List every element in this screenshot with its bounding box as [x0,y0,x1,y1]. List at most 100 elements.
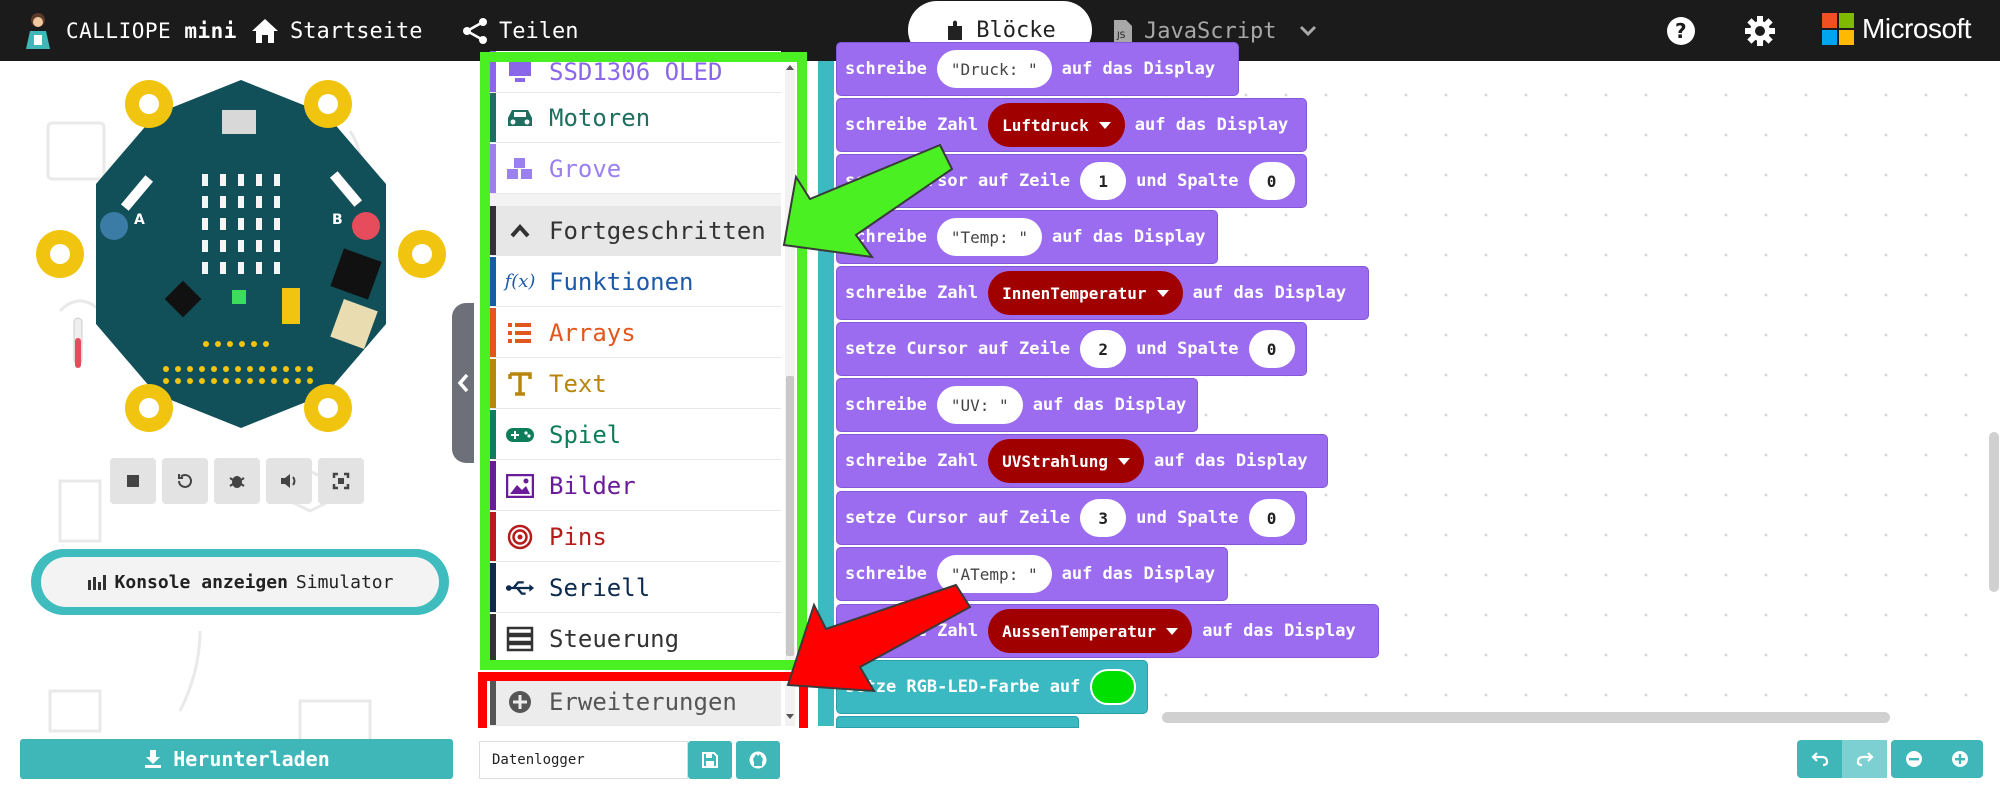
zoom-out-icon [1906,751,1922,767]
download-icon [145,750,162,768]
zoom-group [1891,740,1983,778]
block-text: schreibe Zahl [845,451,979,471]
block-text: schreibe [845,59,927,79]
variable-dropdown[interactable]: AussenTemperatur [988,609,1193,653]
stop-button[interactable] [110,458,156,504]
chevron-left-icon [457,373,469,393]
block-text: auf das Display [1134,115,1289,135]
variable-name: InnenTemperatur [1002,283,1147,303]
share-link[interactable]: Teilen [461,14,578,48]
caret-down-icon [1118,457,1131,465]
microsoft-squares-icon [1822,13,1854,45]
save-icon [702,752,718,768]
variable-dropdown[interactable]: Luftdruck [988,103,1125,147]
fullscreen-icon [332,472,350,490]
home-icon [252,19,278,43]
volume-icon [281,474,296,488]
block-set-cursor-2[interactable]: setze Cursor auf Zeile 2 und Spalte 0 [836,322,1307,376]
undo-icon [1810,752,1828,767]
color-picker[interactable] [1090,669,1137,705]
workspace-horizontal-scrollbar[interactable] [1162,712,1890,723]
block-text: auf das Display [1154,451,1308,471]
debug-button[interactable] [214,458,260,504]
bar-chart-icon [87,575,106,590]
red-arrow-annotation [786,583,972,693]
block-text: schreibe [845,395,927,415]
refresh-icon [178,473,192,488]
collapse-simulator-button[interactable] [452,303,474,463]
undo-button[interactable] [1797,740,1842,778]
calliope-logo[interactable]: CALLIOPE mini [20,10,237,52]
console-toggle[interactable]: Konsole anzeigen Simulator [31,549,449,615]
variable-name: AussenTemperatur [1002,621,1157,641]
fullscreen-button[interactable] [318,458,364,504]
variable-dropdown[interactable]: InnenTemperatur [988,271,1183,315]
row-input[interactable]: 2 [1080,330,1127,368]
block-text: schreibe Zahl [845,283,979,303]
share-icon [463,18,487,44]
highlight-frame-green [480,52,807,670]
block-text: setze Cursor auf Zeile [845,508,1071,528]
microsoft-logo[interactable]: Microsoft [1822,13,1972,45]
github-icon [749,751,767,769]
button-a-label: A [134,212,145,228]
variable-dropdown[interactable]: UVStrahlung [988,439,1145,483]
share-label: Teilen [499,18,579,44]
thermometer-icon[interactable] [70,316,86,372]
column-input[interactable]: 0 [1248,330,1295,368]
svg-text:?: ? [1675,19,1687,43]
block-text: auf das Display [1202,621,1356,641]
caret-down-icon [1166,627,1179,635]
zoom-in-button[interactable] [1937,740,1983,778]
green-arrow-annotation [782,143,954,259]
zoom-out-button[interactable] [1891,740,1937,778]
block-text: und Spalte [1136,508,1239,528]
project-name-input[interactable]: Datenlogger [479,741,688,779]
block-show-string-3[interactable]: schreibe "UV: " auf das Display [836,378,1198,432]
save-button[interactable] [688,741,732,779]
console-label: Konsole anzeigen [114,571,288,593]
svg-text:JS: JS [1116,31,1126,41]
block-text: schreibe Zahl [845,115,979,135]
microsoft-label: Microsoft [1862,13,1972,44]
string-input[interactable]: "Druck: " [936,50,1052,88]
download-button[interactable]: Herunterladen [20,739,453,779]
puzzle-icon [948,20,963,40]
help-icon[interactable]: ? [1664,14,1698,48]
block-text: auf das Display [1192,283,1347,303]
redo-button[interactable] [1842,740,1887,778]
caret-down-icon [1098,121,1111,129]
block-show-string-1[interactable]: schreibe "Druck: " auf das Display [836,42,1239,96]
tab-blocks-label: Blöcke [976,17,1056,43]
tab-javascript-label: JavaScript [1144,18,1277,44]
block-set-cursor-3[interactable]: setze Cursor auf Zeile 3 und Spalte 0 [836,491,1307,545]
block-partial[interactable] [836,716,1079,728]
download-label: Herunterladen [173,747,330,771]
button-b-label: B [332,212,343,228]
simulator-controls [110,458,364,504]
brand-name: CALLIOPE mini [66,19,237,43]
restart-button[interactable] [162,458,208,504]
home-link[interactable]: Startseite [250,14,422,48]
workspace-vertical-scrollbar[interactable] [1989,432,1999,592]
row-input[interactable]: 3 [1080,499,1127,537]
variable-name: Luftdruck [1002,115,1089,135]
block-show-number-3[interactable]: schreibe Zahl UVStrahlung auf das Displa… [836,434,1328,488]
row-input[interactable]: 1 [1080,162,1127,200]
column-input[interactable]: 0 [1248,499,1295,537]
calliope-board-simulator[interactable]: A B [36,74,446,434]
console-suffix: Simulator [295,571,394,593]
block-text: auf das Display [1061,564,1216,584]
string-input[interactable]: "UV: " [936,386,1023,424]
block-text: setze Cursor auf Zeile [845,339,1071,359]
undo-redo-group [1797,740,1887,778]
block-text: auf das Display [1051,227,1206,247]
sound-button[interactable] [266,458,312,504]
block-text: und Spalte [1136,171,1239,191]
gear-icon[interactable] [1743,14,1777,48]
variable-name: UVStrahlung [1002,451,1109,471]
chevron-down-icon[interactable] [1298,24,1318,38]
github-button[interactable] [736,741,780,779]
block-text: und Spalte [1136,339,1239,359]
column-input[interactable]: 0 [1248,162,1295,200]
